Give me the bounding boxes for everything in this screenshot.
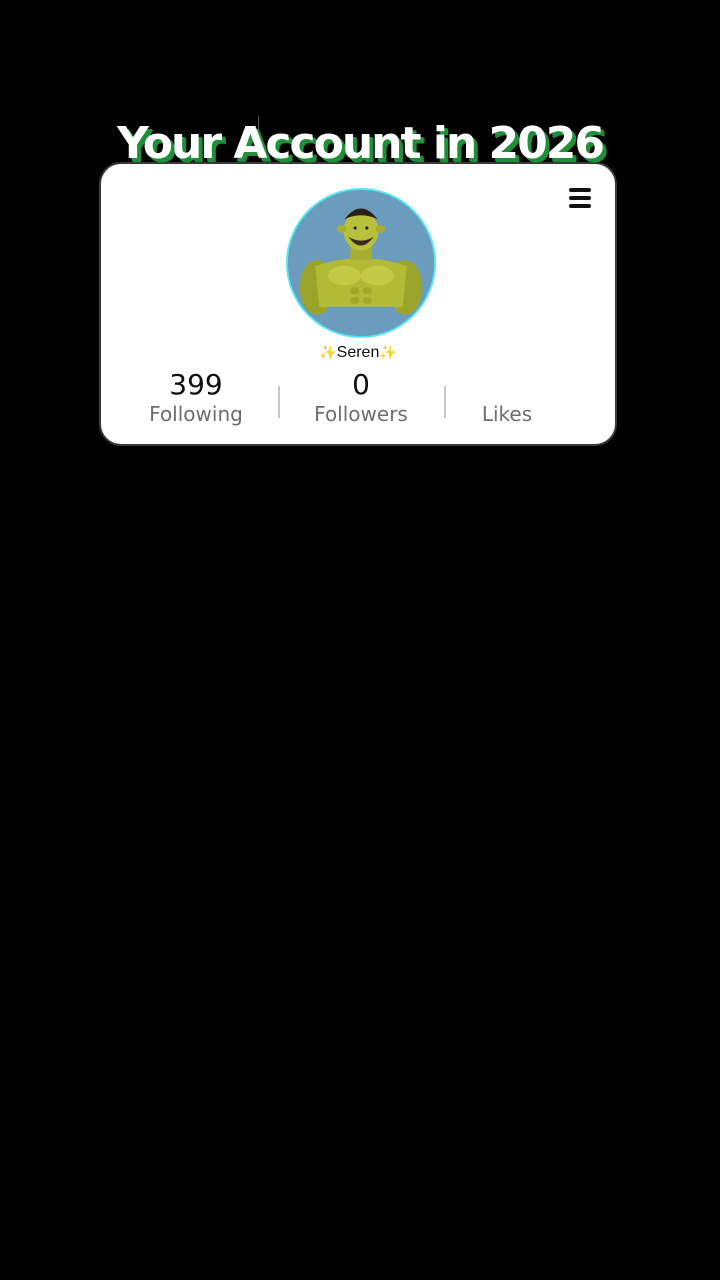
ogre-avatar-icon xyxy=(288,190,434,336)
following-label: Following xyxy=(149,402,243,426)
likes-count xyxy=(447,370,567,400)
followers-label: Followers xyxy=(314,402,408,426)
username: ✨Seren✨ xyxy=(101,344,615,362)
username-text: Seren xyxy=(336,344,380,361)
stat-followers[interactable]: 0 Followers xyxy=(301,368,421,427)
sparkle-icon: ✨ xyxy=(319,344,337,360)
following-count: 399 xyxy=(169,368,223,401)
sparkle-icon: ✨ xyxy=(379,344,397,360)
stat-following[interactable]: 399 Following xyxy=(136,368,256,427)
avatar[interactable] xyxy=(286,188,436,338)
stat-divider xyxy=(444,386,446,418)
likes-label: Likes xyxy=(481,402,533,426)
followers-count: 0 xyxy=(352,368,370,401)
profile-card: ✨Seren✨ 399 Following 0 Followers Likes xyxy=(99,162,617,446)
hamburger-menu-icon[interactable] xyxy=(569,188,591,208)
stat-divider xyxy=(278,386,280,418)
text-cursor-mark xyxy=(258,116,259,130)
stat-likes[interactable]: Likes xyxy=(447,370,567,426)
page-title: Your Account in 2026 xyxy=(116,118,605,169)
